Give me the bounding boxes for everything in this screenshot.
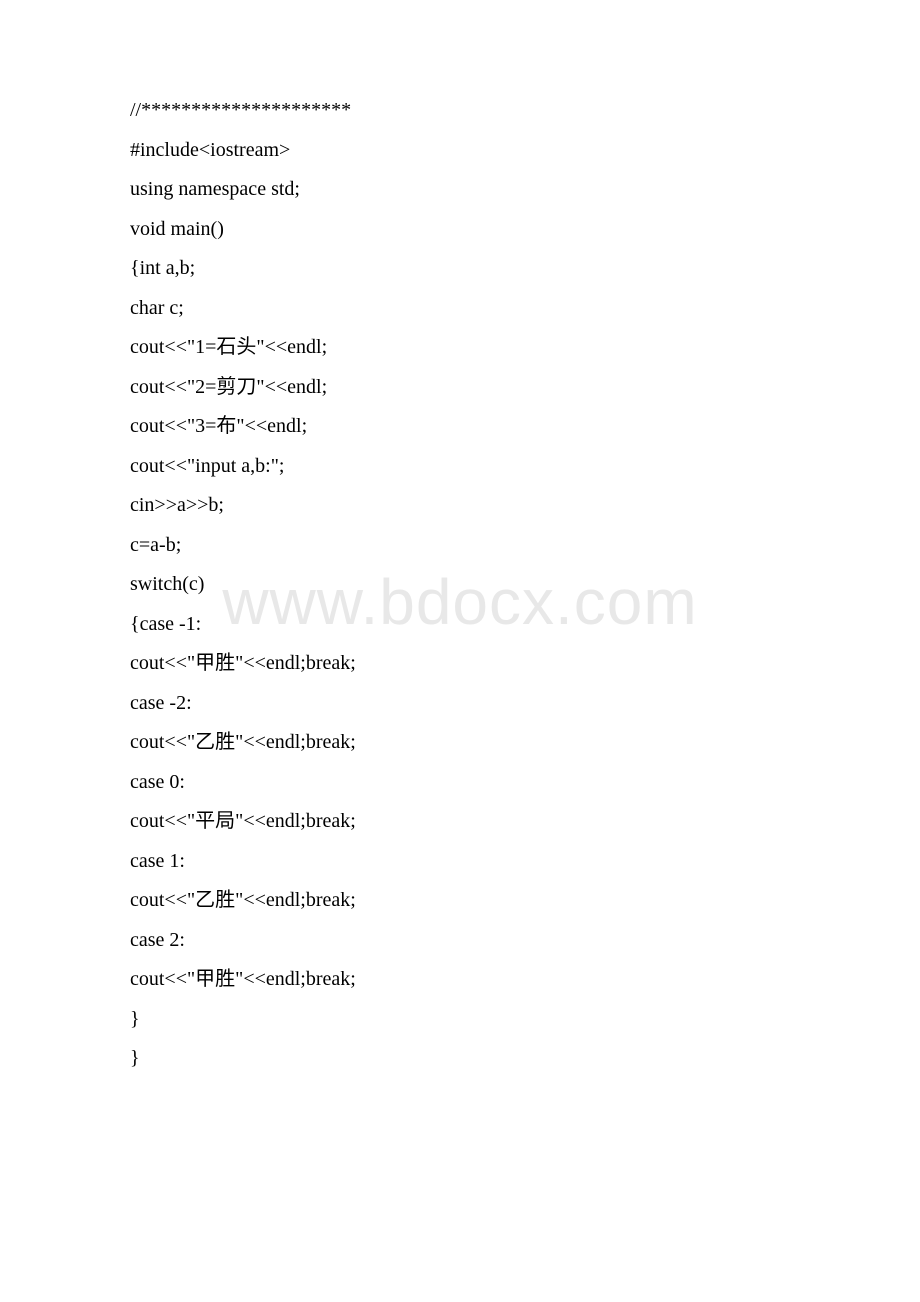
code-line: {case -1: — [130, 614, 830, 634]
code-line: cout<<"1=石头"<<endl; — [130, 337, 830, 357]
code-line: void main() — [130, 219, 830, 239]
code-line: cout<<"乙胜"<<endl;break; — [130, 732, 830, 752]
code-line: c=a-b; — [130, 535, 830, 555]
code-line: #include<iostream> — [130, 140, 830, 160]
code-line: cout<<"平局"<<endl;break; — [130, 811, 830, 831]
code-line: case 1: — [130, 851, 830, 871]
code-line: cout<<"乙胜"<<endl;break; — [130, 890, 830, 910]
code-line: using namespace std; — [130, 179, 830, 199]
code-line: cout<<"3=布"<<endl; — [130, 416, 830, 436]
code-line: case -2: — [130, 693, 830, 713]
code-line: case 2: — [130, 930, 830, 950]
code-content: //********************* #include<iostrea… — [130, 100, 830, 1088]
code-line: {int a,b; — [130, 258, 830, 278]
code-line: case 0: — [130, 772, 830, 792]
code-line: } — [130, 1048, 830, 1068]
code-line: cout<<"2=剪刀"<<endl; — [130, 377, 830, 397]
code-line: cout<<"input a,b:"; — [130, 456, 830, 476]
code-line: //********************* — [130, 100, 830, 120]
code-line: char c; — [130, 298, 830, 318]
code-line: cout<<"甲胜"<<endl;break; — [130, 969, 830, 989]
code-line: } — [130, 1009, 830, 1029]
code-line: cin>>a>>b; — [130, 495, 830, 515]
code-line: cout<<"甲胜"<<endl;break; — [130, 653, 830, 673]
code-line: switch(c) — [130, 574, 830, 594]
